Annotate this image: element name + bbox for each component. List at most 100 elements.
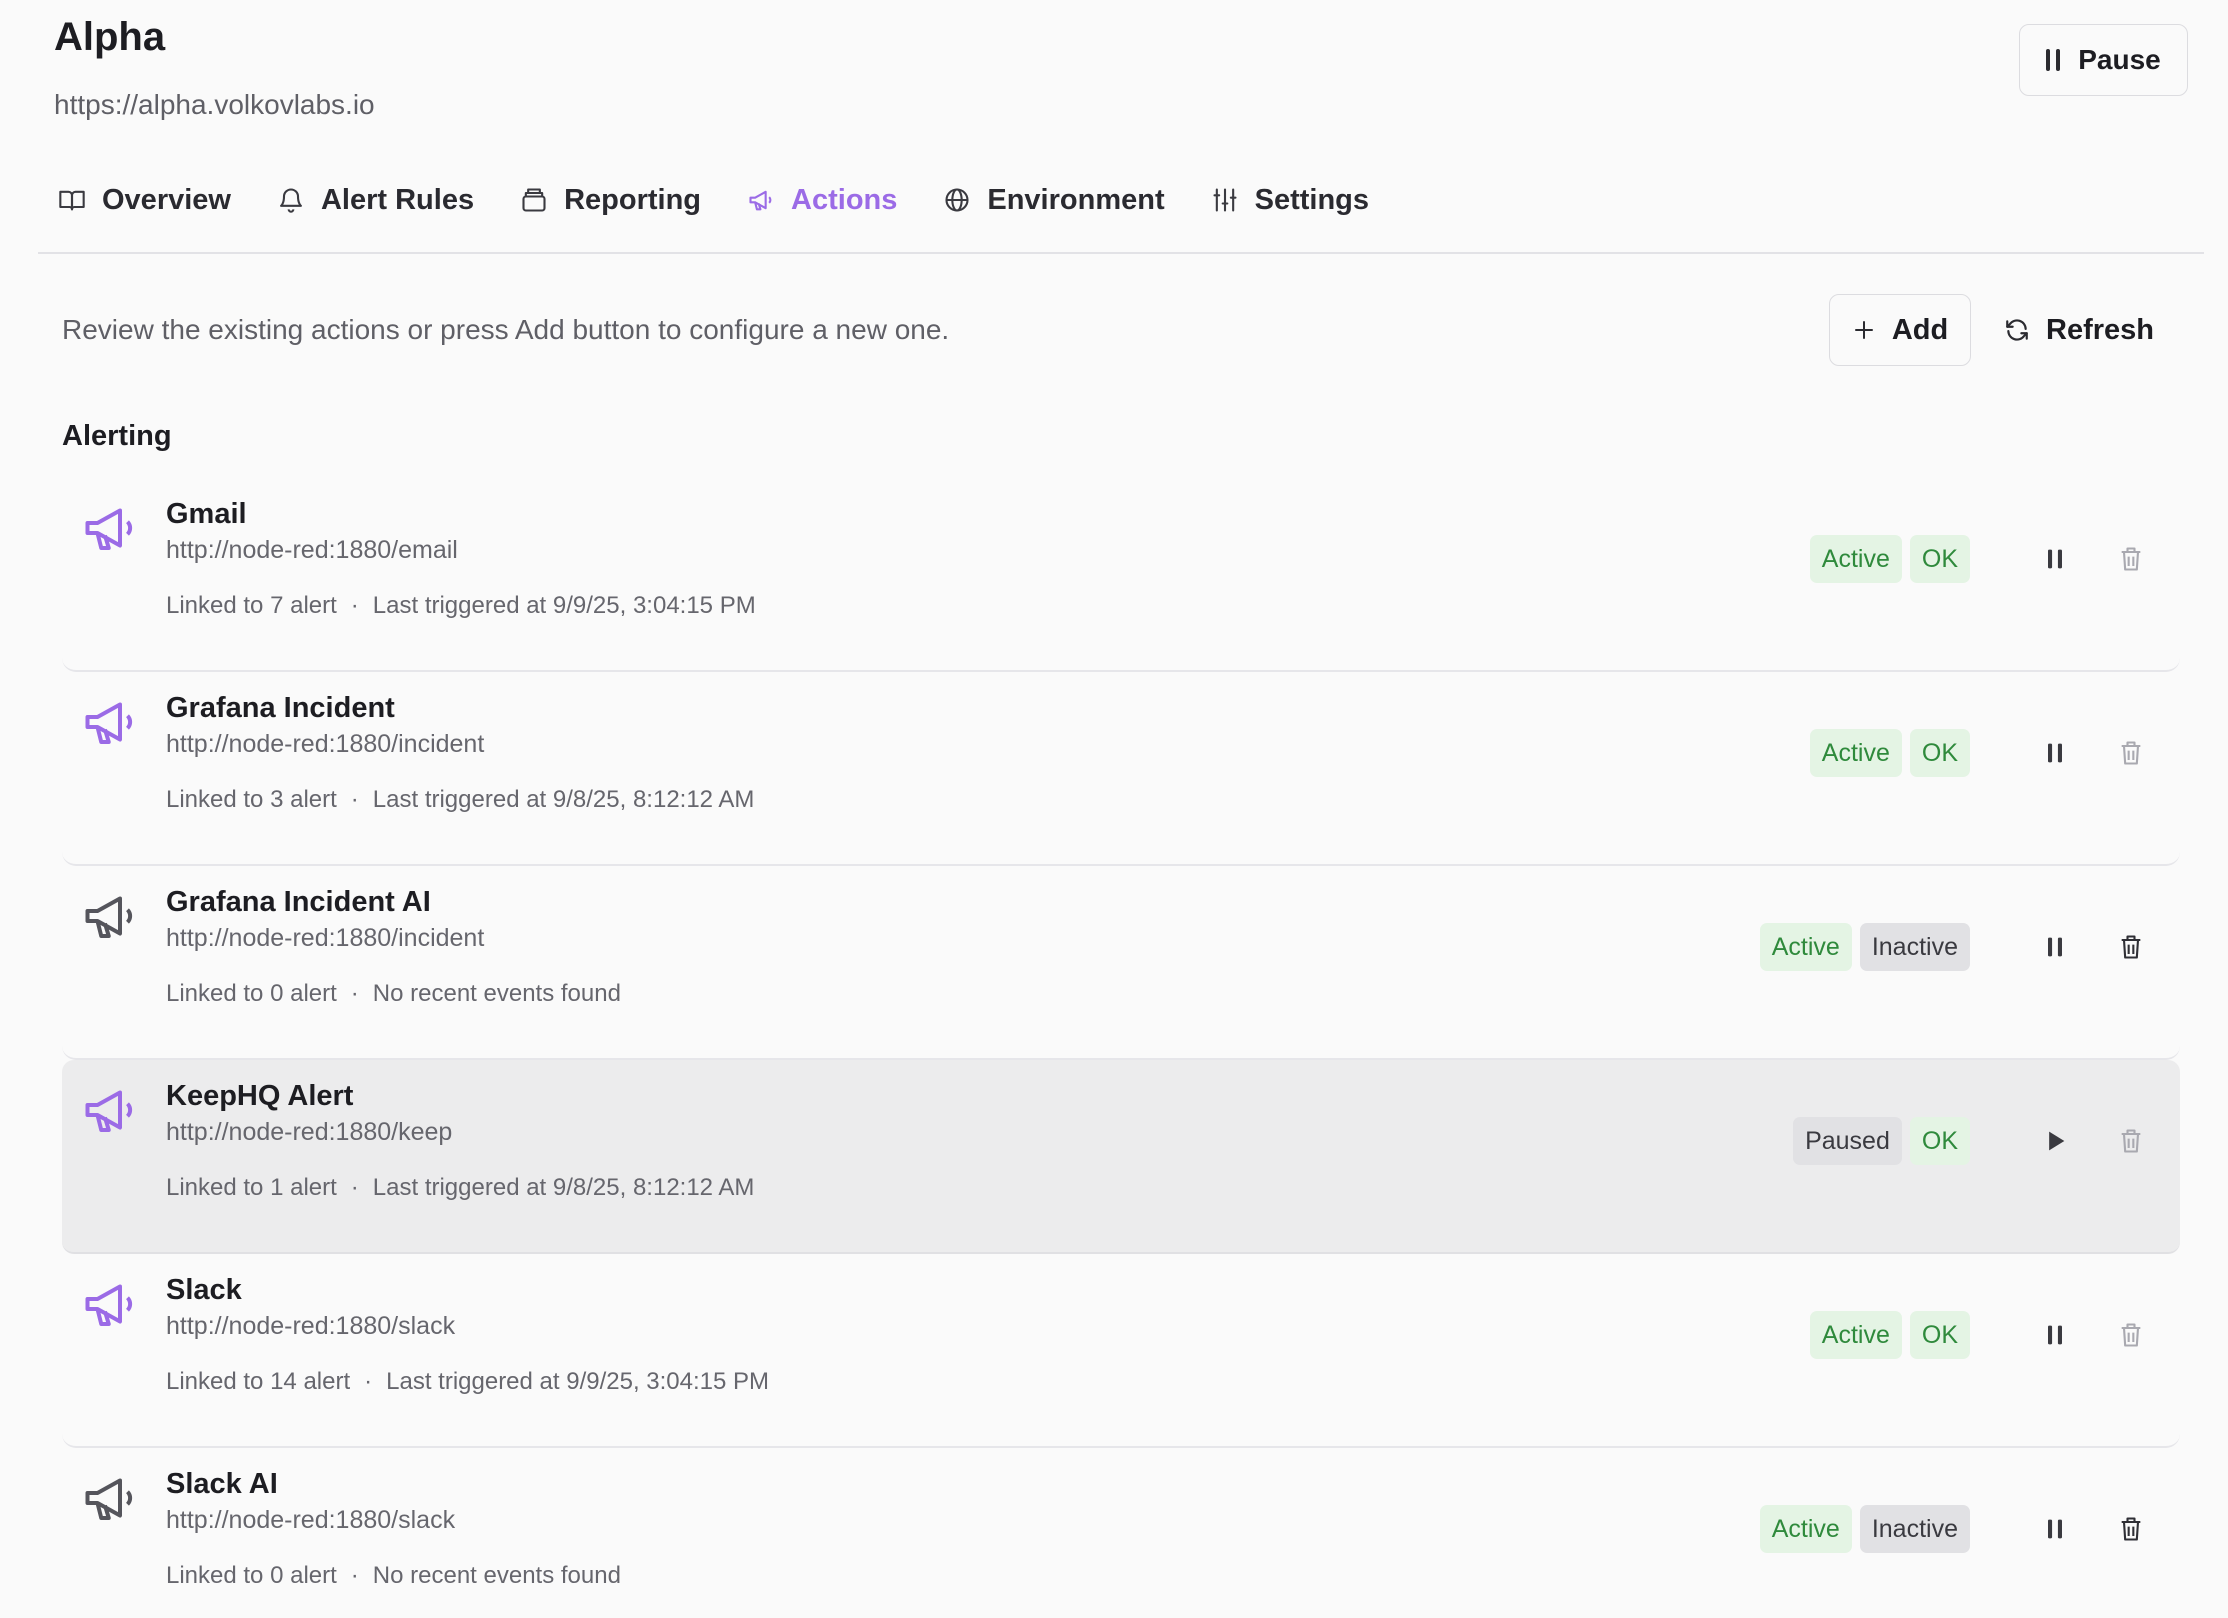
- list-item[interactable]: Grafana Incident AI http://node-red:1880…: [62, 866, 2180, 1060]
- tab-settings[interactable]: Settings: [1211, 176, 1369, 224]
- pause-action-button[interactable]: [2030, 922, 2080, 972]
- actions-list: Gmail http://node-red:1880/email Linked …: [62, 478, 2180, 1618]
- health-badge: OK: [1909, 535, 1970, 583]
- action-meta: Linked to 0 alert · No recent events fou…: [166, 978, 621, 1010]
- state-badge: Active: [1759, 923, 1852, 971]
- linked-count: Linked to 7 alert: [166, 592, 337, 619]
- action-meta: Linked to 1 alert · Last triggered at 9/…: [166, 1172, 754, 1204]
- add-button[interactable]: Add: [1829, 294, 1971, 366]
- list-item[interactable]: Grafana Incident http://node-red:1880/in…: [62, 672, 2180, 866]
- pause-button-label: Pause: [2078, 44, 2161, 75]
- intro-text: Review the existing actions or press Add…: [62, 314, 950, 345]
- state-badge: Active: [1759, 1505, 1852, 1553]
- tab-overview[interactable]: Overview: [58, 176, 231, 224]
- pause-icon: [2048, 1519, 2062, 1539]
- action-name: Grafana Incident AI: [166, 886, 431, 918]
- action-meta: Linked to 3 alert · Last triggered at 9/…: [166, 784, 754, 816]
- pause-icon: [2048, 549, 2062, 569]
- tab-label: Actions: [791, 183, 898, 216]
- list-item[interactable]: Gmail http://node-red:1880/email Linked …: [62, 478, 2180, 672]
- tabs-divider: [38, 252, 2204, 254]
- tab-alert-rules[interactable]: Alert Rules: [277, 176, 474, 224]
- separator-dot: ·: [350, 786, 359, 813]
- tab-label: Environment: [987, 183, 1165, 216]
- pause-action-button[interactable]: [2030, 1504, 2080, 1554]
- last-triggered: Last triggered at 9/8/25, 8:12:12 AM: [372, 786, 755, 813]
- megaphone-icon: [85, 1478, 133, 1520]
- last-triggered: Last triggered at 9/9/25, 3:04:15 PM: [386, 1368, 770, 1395]
- sliders-icon: [1213, 188, 1237, 212]
- trash-icon: [2121, 1129, 2141, 1153]
- last-triggered: No recent events found: [372, 980, 621, 1007]
- action-url: http://node-red:1880/keep: [166, 1118, 453, 1146]
- delete-action-button[interactable]: [2106, 1116, 2156, 1166]
- action-controls: Active Inactive: [1759, 922, 2156, 972]
- last-triggered: Last triggered at 9/9/25, 3:04:15 PM: [372, 592, 756, 619]
- action-controls: Active OK: [1809, 1310, 2156, 1360]
- separator-dot: ·: [350, 592, 359, 619]
- megaphone-icon: [749, 190, 772, 211]
- action-name: KeepHQ Alert: [166, 1080, 354, 1112]
- pause-button[interactable]: Pause: [2019, 24, 2188, 96]
- delete-action-button[interactable]: [2106, 534, 2156, 584]
- health-badge: OK: [1909, 1311, 1970, 1359]
- megaphone-icon: [85, 702, 133, 744]
- trash-icon: [2121, 935, 2141, 959]
- list-item[interactable]: Slack http://node-red:1880/slack Linked …: [62, 1254, 2180, 1448]
- book-open-icon: [59, 190, 85, 211]
- trash-icon: [2121, 741, 2141, 765]
- megaphone-icon: [85, 508, 133, 550]
- list-item[interactable]: Slack AI http://node-red:1880/slack Link…: [62, 1448, 2180, 1618]
- state-badge: Active: [1809, 1311, 1902, 1359]
- delete-action-button[interactable]: [2106, 728, 2156, 778]
- separator-dot: ·: [350, 1562, 359, 1589]
- linked-count: Linked to 0 alert: [166, 980, 337, 1007]
- tab-label: Reporting: [564, 183, 702, 216]
- add-button-label: Add: [1891, 313, 1949, 346]
- pause-action-button[interactable]: [2030, 534, 2080, 584]
- header: Alpha https://alpha.volkovlabs.io: [54, 14, 375, 122]
- action-url: http://node-red:1880/slack: [166, 1506, 456, 1534]
- action-controls: Active OK: [1809, 728, 2156, 778]
- delete-action-button[interactable]: [2106, 922, 2156, 972]
- action-name: Grafana Incident: [166, 692, 395, 724]
- tab-environment[interactable]: Environment: [943, 176, 1165, 224]
- action-controls: Active OK: [1809, 534, 2156, 584]
- refresh-icon: [2006, 319, 2028, 341]
- tab-label: Overview: [102, 183, 231, 216]
- tab-actions[interactable]: Actions: [747, 176, 897, 224]
- pause-action-button[interactable]: [2030, 728, 2080, 778]
- resume-action-button[interactable]: [2030, 1116, 2080, 1166]
- pause-action-button[interactable]: [2030, 1310, 2080, 1360]
- action-controls: Active Inactive: [1759, 1504, 2156, 1554]
- trash-icon: [2121, 1323, 2141, 1347]
- plus-icon: [1854, 321, 1873, 339]
- health-badge: OK: [1909, 729, 1970, 777]
- pause-icon: [2048, 743, 2062, 763]
- archive-icon: [522, 188, 546, 212]
- page-title: Alpha: [54, 15, 166, 59]
- action-meta: Linked to 14 alert · Last triggered at 9…: [166, 1366, 769, 1398]
- tab-label: Settings: [1254, 183, 1370, 216]
- linked-count: Linked to 3 alert: [166, 786, 337, 813]
- last-triggered: Last triggered at 9/8/25, 8:12:12 AM: [372, 1174, 755, 1201]
- delete-action-button[interactable]: [2106, 1504, 2156, 1554]
- megaphone-icon: [85, 1090, 133, 1132]
- app-url: https://alpha.volkovlabs.io: [54, 89, 375, 120]
- trash-icon: [2121, 1517, 2141, 1541]
- refresh-button[interactable]: Refresh: [2004, 294, 2154, 366]
- linked-count: Linked to 0 alert: [166, 1562, 337, 1589]
- action-name: Slack: [166, 1274, 242, 1306]
- bell-icon: [280, 188, 302, 213]
- linked-count: Linked to 1 alert: [166, 1174, 337, 1201]
- separator-dot: ·: [350, 980, 359, 1007]
- action-meta: Linked to 7 alert · Last triggered at 9/…: [166, 590, 756, 622]
- delete-action-button[interactable]: [2106, 1310, 2156, 1360]
- list-item[interactable]: KeepHQ Alert http://node-red:1880/keep L…: [62, 1060, 2180, 1254]
- separator-dot: ·: [364, 1368, 373, 1395]
- tab-reporting[interactable]: Reporting: [520, 176, 701, 224]
- tab-label: Alert Rules: [320, 183, 475, 216]
- state-badge: Active: [1809, 729, 1902, 777]
- action-name: Slack AI: [166, 1468, 278, 1500]
- health-badge: Inactive: [1859, 923, 1970, 971]
